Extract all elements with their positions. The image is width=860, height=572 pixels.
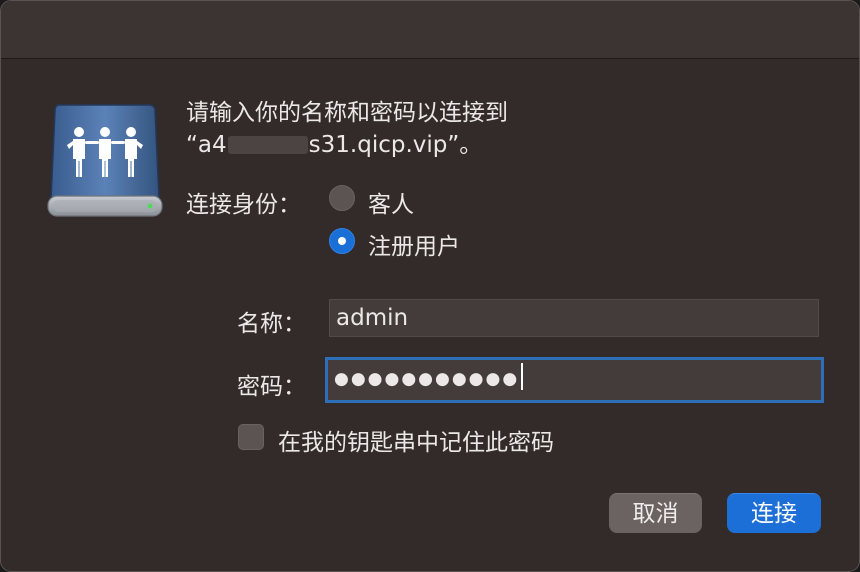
network-server-icon [45,101,165,221]
password-field[interactable]: ●●●●●●●●●●● [325,357,824,403]
name-field[interactable]: admin [329,299,819,337]
prompt-host-line: “a4 s31.qicp.vip”。 [186,129,508,161]
connect-button[interactable]: 连接 [727,493,821,533]
connection-prompt: 请输入你的名称和密码以连接到 “a4 s31.qicp.vip”。 [186,97,508,161]
radio-guest[interactable] [329,185,355,211]
host-suffix: s31.qicp.vip”。 [308,132,483,158]
password-masked-value: ●●●●●●●●●●● [334,369,520,389]
redacted-host-segment [227,136,308,154]
remember-password-label[interactable]: 在我的钥匙串中记住此密码 [278,423,554,457]
remember-password-checkbox[interactable] [238,424,264,450]
name-label: 名称： [237,311,306,337]
host-prefix: “a4 [186,132,227,158]
radio-registered-user-label[interactable]: 注册用户 [368,227,460,261]
prompt-line-1: 请输入你的名称和密码以连接到 [186,100,508,126]
title-bar[interactable] [1,1,859,59]
connect-as-label: 连接身份： [186,192,301,218]
radio-guest-label[interactable]: 客人 [368,185,414,219]
password-label: 密码： [237,374,306,400]
radio-registered-user[interactable] [329,228,355,254]
cancel-button[interactable]: 取消 [609,493,702,533]
name-value: admin [336,305,409,331]
text-caret [521,363,524,390]
connect-to-server-dialog: 请输入你的名称和密码以连接到 “a4 s31.qicp.vip”。 连接身份： 客… [0,0,860,572]
